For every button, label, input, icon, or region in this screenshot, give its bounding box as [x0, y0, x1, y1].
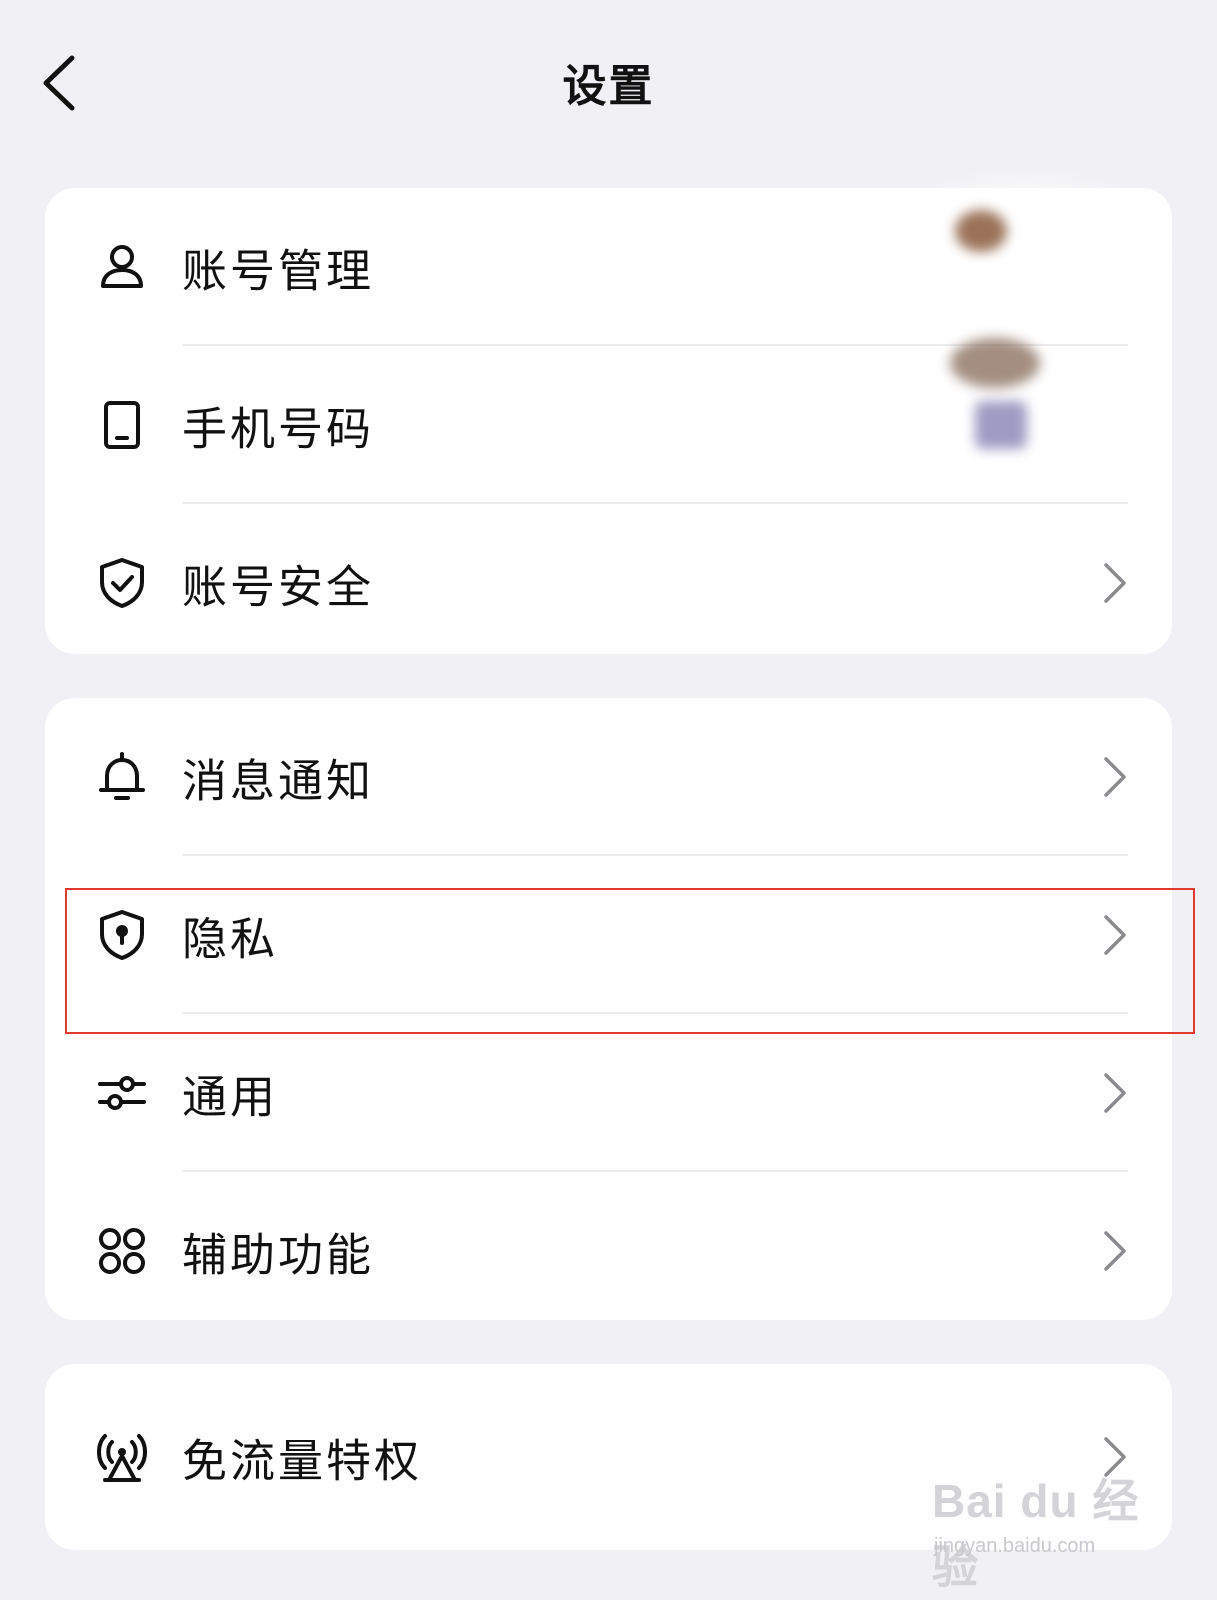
settings-item-accessibility[interactable]: 辅助功能 — [45, 1172, 1172, 1330]
redacted-phone-number — [950, 338, 1040, 388]
shield-check-icon — [95, 556, 149, 610]
settings-item-label: 隐私 — [182, 912, 279, 966]
signal-tower-icon — [95, 1430, 149, 1484]
redacted-phone-number — [975, 401, 1027, 449]
settings-item-general[interactable]: 通用 — [45, 1014, 1172, 1172]
watermark-logo-text: Bai du 经验 — [932, 1475, 1140, 1593]
settings-item-label: 消息通知 — [182, 754, 375, 808]
grid-icon — [95, 1224, 149, 1278]
settings-item-label: 免流量特权 — [182, 1434, 423, 1488]
chevron-right-icon — [1100, 1071, 1128, 1115]
chevron-right-icon — [1100, 1229, 1128, 1273]
settings-item-label: 通用 — [182, 1070, 279, 1124]
baidu-watermark: Bai du 经验 jingyan.baidu.com — [932, 1465, 1172, 1593]
settings-item-privacy[interactable]: 隐私 — [45, 856, 1172, 1014]
redacted-avatar — [895, 188, 1155, 318]
top-bar: 设置 — [0, 0, 1217, 170]
general-settings-card: 消息通知 隐私 通用 辅助功能 — [45, 698, 1172, 1320]
chevron-right-icon — [1100, 561, 1128, 605]
settings-item-notifications[interactable]: 消息通知 — [45, 698, 1172, 856]
redacted-avatar — [955, 210, 1007, 252]
phone-icon — [95, 398, 149, 452]
chevron-right-icon — [1100, 913, 1128, 957]
person-icon — [95, 240, 149, 294]
chevron-right-icon — [1100, 755, 1128, 799]
settings-item-label: 账号安全 — [182, 560, 375, 614]
settings-item-label: 辅助功能 — [182, 1228, 375, 1282]
sliders-icon — [95, 1066, 149, 1120]
account-settings-card: 账号管理 手机号码 账号安全 — [45, 188, 1172, 654]
settings-item-label: 手机号码 — [182, 402, 375, 456]
settings-item-label: 账号管理 — [182, 244, 375, 298]
page-title: 设置 — [562, 61, 655, 112]
settings-item-account-security[interactable]: 账号安全 — [45, 504, 1172, 662]
watermark-url: jingyan.baidu.com — [934, 1535, 1096, 1557]
shield-lock-icon — [95, 908, 149, 962]
bell-icon — [95, 750, 149, 804]
